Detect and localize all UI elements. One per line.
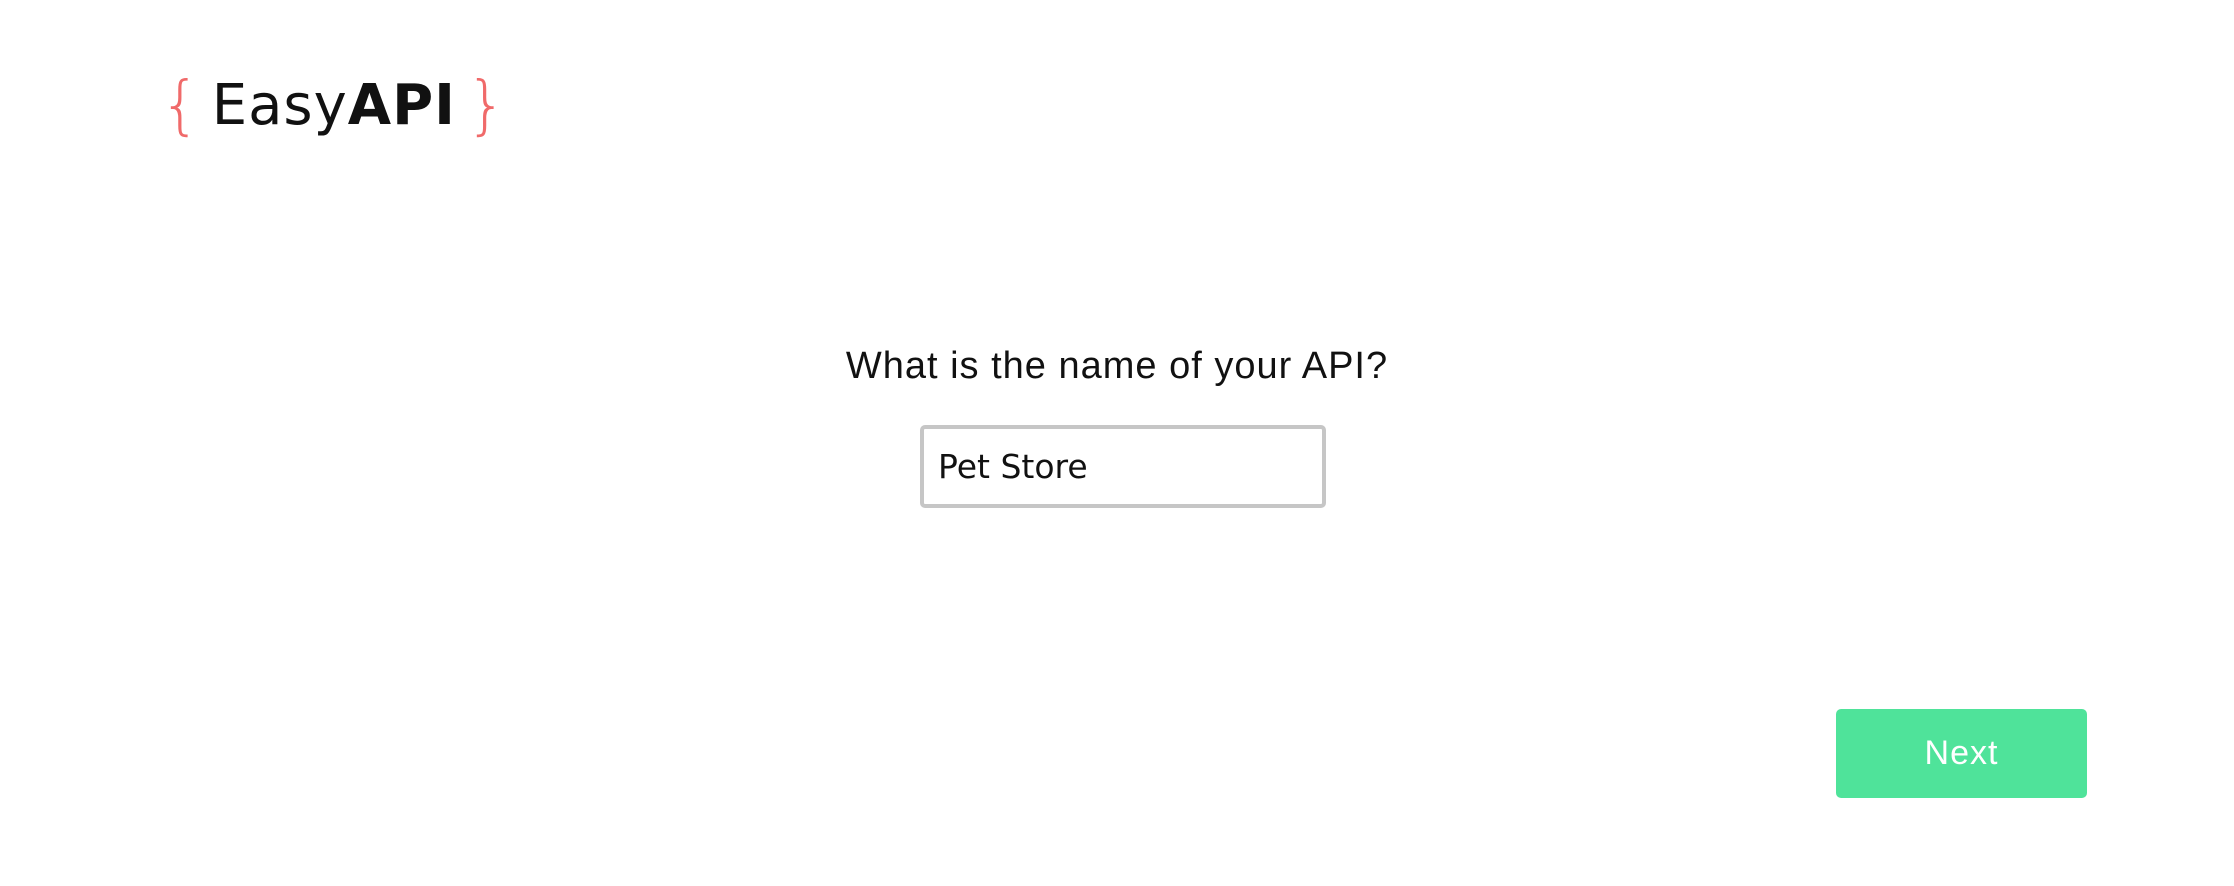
api-name-input[interactable]	[920, 425, 1326, 508]
page: { Easy API } What is the name of your AP…	[0, 0, 2234, 886]
next-button[interactable]: Next	[1836, 709, 2087, 798]
api-name-question: What is the name of your API?	[845, 345, 1389, 387]
logo-brace-right: }	[465, 69, 508, 143]
logo-word-api: API	[347, 73, 456, 138]
logo-word-easy: Easy	[211, 73, 348, 138]
easyapi-logo: { Easy API }	[160, 70, 508, 142]
logo-brace-left: {	[160, 69, 202, 143]
